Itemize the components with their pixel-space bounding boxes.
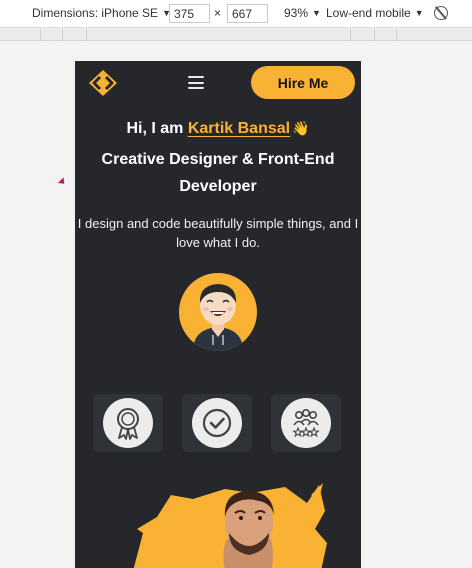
ruler-segment: [350, 29, 351, 41]
role-line-1: Creative Designer & Front-End: [101, 151, 335, 168]
ruler-segment: [40, 29, 41, 41]
device-select-label: Dimensions: iPhone SE: [32, 6, 159, 20]
ruler-segment: [374, 29, 375, 41]
badge-circle: [281, 398, 331, 448]
hire-me-button[interactable]: Hire Me: [251, 66, 355, 99]
width-input[interactable]: 375: [169, 4, 210, 23]
greeting-prefix: Hi, I am: [126, 120, 188, 137]
team-star-icon: [292, 409, 320, 438]
role-line-2: Developer: [179, 178, 257, 195]
hero-portrait-illustration: [133, 483, 327, 568]
avatar: [179, 273, 257, 351]
mouse-cursor-icon: [57, 177, 68, 187]
hamburger-icon[interactable]: [188, 76, 204, 89]
site-navbar: Hire Me: [75, 61, 361, 105]
badge-circle: [192, 398, 242, 448]
skills-badges: [75, 394, 361, 454]
devtools-device-toolbar: Dimensions: iPhone SE ▼ 375 × 667 93% ▼ Lo…: [0, 0, 472, 28]
hero-photo: [75, 481, 361, 568]
ruler-segment: [86, 29, 87, 41]
badge-circle: [103, 398, 153, 448]
badge-card[interactable]: [271, 394, 341, 452]
check-circle-icon: [202, 408, 232, 438]
wave-icon: 👋: [292, 120, 310, 136]
avatar-illustration: [193, 284, 243, 351]
greeting-heading: Hi, I am Kartik Bansal 👋: [75, 120, 361, 138]
height-input[interactable]: 667: [227, 4, 268, 23]
chevron-down-icon: ▼: [414, 8, 424, 18]
badge-card[interactable]: [93, 394, 163, 452]
intro-description: I design and code beautifully simple thi…: [77, 216, 359, 250]
device-select[interactable]: Dimensions: iPhone SE ▼: [32, 6, 171, 20]
throttle-label: Low-end mobile: [326, 6, 411, 20]
throttle-select[interactable]: Low-end mobile ▼: [326, 6, 424, 20]
chevron-down-icon: ▼: [312, 8, 321, 18]
media-query-ruler[interactable]: [0, 29, 472, 41]
role-title: Creative Designer & Front-End Developer: [75, 146, 361, 200]
name-link[interactable]: Kartik Bansal: [188, 120, 290, 137]
rotate-icon[interactable]: [434, 6, 448, 20]
award-ribbon-icon: [117, 408, 139, 440]
ruler-segment: [396, 29, 397, 41]
badge-card[interactable]: [182, 394, 252, 452]
zoom-select[interactable]: 93% ▼: [284, 6, 321, 20]
ruler-segment: [62, 29, 63, 41]
device-viewport: Hire Me Hi, I am Kartik Bansal 👋 Creative…: [75, 61, 361, 568]
zoom-label: 93%: [284, 6, 309, 20]
times-separator: ×: [214, 6, 222, 20]
code-brackets-logo[interactable]: [87, 69, 119, 97]
